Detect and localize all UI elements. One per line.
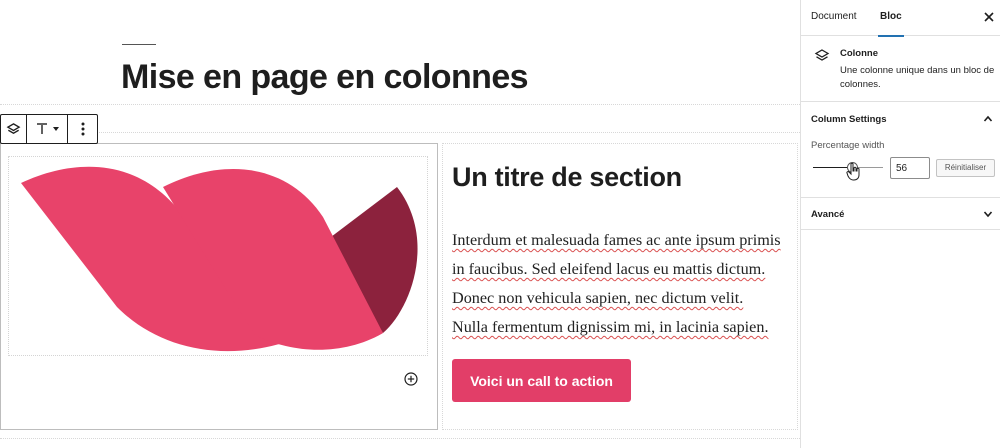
paragraph-line: Interdum et malesuada fames ac ante ipsu…	[452, 231, 781, 249]
editor-canvas: Mise en page en colonnes Un titre de sec…	[0, 0, 800, 448]
tab-bloc[interactable]: Bloc	[878, 0, 904, 37]
column-block-icon	[814, 49, 830, 61]
add-block-icon[interactable]	[404, 372, 418, 386]
block-description: Une colonne unique dans un bloc de colon…	[840, 65, 995, 90]
percentage-width-input[interactable]	[890, 157, 930, 179]
hand-cursor-icon	[846, 162, 860, 181]
image-block[interactable]	[8, 156, 428, 356]
cta-button[interactable]: Voici un call to action	[452, 359, 631, 402]
settings-sidebar: Document Bloc Colonne Une colonne unique…	[800, 0, 1000, 448]
block-name: Colonne	[840, 48, 878, 59]
percentage-width-label: Percentage width	[811, 140, 885, 151]
block-card: Colonne Une colonne unique dans un bloc …	[801, 36, 1000, 102]
brand-logo-image	[21, 166, 418, 352]
more-options-button[interactable]	[68, 115, 97, 143]
advanced-panel-title[interactable]: Avancé	[811, 209, 844, 220]
panel-divider	[801, 229, 1000, 230]
title-separator	[122, 44, 156, 45]
align-top-icon	[37, 123, 47, 134]
caret-down-icon	[53, 126, 59, 131]
columns-bottom-outline	[0, 438, 800, 439]
selected-column[interactable]	[0, 143, 438, 430]
reset-button[interactable]: Réinitialiser	[936, 159, 995, 177]
paragraph-line: in faucibus. Sed eleifend lacus eu matti…	[452, 260, 766, 278]
panel-divider	[801, 197, 1000, 198]
chevron-down-icon[interactable]	[983, 209, 993, 219]
paragraph-block[interactable]: Interdum et malesuada fames ac ante ipsu…	[452, 226, 797, 342]
chevron-up-icon[interactable]	[983, 114, 993, 124]
columns-block-outline	[0, 104, 800, 105]
paragraph-line: Donec non vehicula sapien, nec dictum ve…	[452, 289, 744, 307]
column-settings-panel-title[interactable]: Column Settings	[811, 114, 886, 125]
page-title[interactable]: Mise en page en colonnes	[121, 58, 529, 97]
more-vertical-icon	[81, 122, 84, 136]
columns-inner-outline	[0, 132, 800, 133]
sidebar-tabs: Document Bloc	[801, 0, 1000, 37]
layers-icon	[6, 122, 21, 134]
paragraph-line: Nulla fermentum dignissim mi, in lacinia…	[452, 318, 769, 336]
close-icon[interactable]	[983, 11, 995, 23]
block-toolbar	[0, 114, 98, 144]
vertical-align-button[interactable]	[27, 115, 68, 143]
section-heading[interactable]: Un titre de section	[452, 162, 682, 193]
select-parent-button[interactable]	[1, 115, 27, 143]
tab-document[interactable]: Document	[811, 0, 857, 36]
